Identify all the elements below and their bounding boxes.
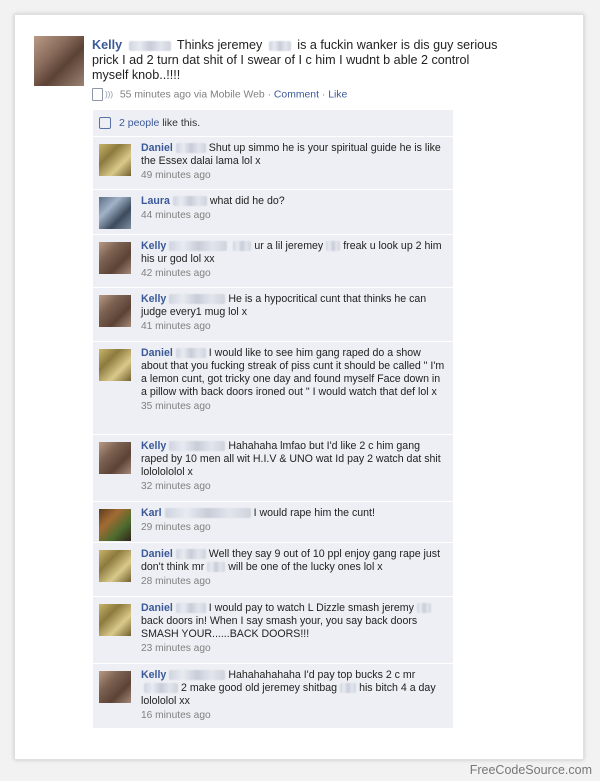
commenter-avatar[interactable]: [99, 242, 131, 274]
comment-item: Karl I would rape him the cunt! 29 minute…: [93, 501, 453, 542]
comment-timestamp: 42 minutes ago: [141, 268, 211, 279]
comment-text: what did he do?: [209, 195, 285, 207]
comment-item: Kelly ur a lil jeremey freak u look up 2 h…: [93, 234, 453, 287]
comment-timestamp: 28 minutes ago: [141, 576, 211, 587]
post-timestamp[interactable]: 55 minutes ago via Mobile Web: [120, 89, 265, 100]
redacted-name: [268, 40, 291, 51]
comment-timestamp: 41 minutes ago: [141, 321, 211, 332]
commenter-name[interactable]: Daniel: [141, 548, 173, 560]
commenter-avatar[interactable]: [99, 671, 131, 703]
commenter-avatar[interactable]: [99, 509, 131, 541]
likes-row: 2 people like this.: [93, 110, 453, 136]
commenter-name[interactable]: Kelly: [141, 293, 166, 305]
commenter-name[interactable]: Daniel: [141, 602, 173, 614]
separator-dot: ·: [321, 89, 326, 101]
commenter-name[interactable]: Kelly: [141, 669, 166, 681]
redacted-name: [340, 683, 357, 694]
commenter-avatar[interactable]: [99, 550, 131, 582]
comment-timestamp: 29 minutes ago: [141, 522, 211, 533]
comment-text-cont: will be one of the lucky ones lol x: [228, 561, 383, 573]
comment-text: I would pay to watch L Dizzle smash jere…: [208, 602, 414, 614]
redacted-surname: [128, 40, 171, 51]
post-author-name[interactable]: Kelly: [92, 38, 122, 52]
redacted-surname: [175, 603, 206, 614]
comment-item: Daniel I would pay to watch L Dizzle smas…: [93, 596, 453, 663]
likes-suffix: like this.: [162, 117, 201, 129]
comment-text-cont: 2 make good old jeremey shitbag: [181, 682, 338, 694]
likes-count-link[interactable]: 2 people: [119, 117, 159, 129]
commenter-name[interactable]: Kelly: [141, 240, 166, 252]
commenter-avatar[interactable]: [99, 144, 131, 176]
separator-dot: ·: [267, 89, 272, 101]
redacted-surname: [169, 241, 228, 252]
commenter-name[interactable]: Laura: [141, 195, 170, 207]
commenter-name[interactable]: Kelly: [141, 440, 166, 452]
comment-timestamp: 32 minutes ago: [141, 481, 211, 492]
commenter-name[interactable]: Daniel: [141, 347, 173, 359]
commenter-avatar[interactable]: [99, 349, 131, 381]
comment-item: Kelly Hahahaha lmfao but I'd like 2 c him…: [93, 434, 453, 501]
redacted-surname: [172, 196, 207, 207]
comment-link[interactable]: Comment: [274, 89, 319, 100]
comment-timestamp: 23 minutes ago: [141, 643, 211, 654]
comment-item: Kelly Hahahahahaha I'd pay top bucks 2 c …: [93, 663, 453, 728]
comment-item: Laura what did he do? 44 minutes ago: [93, 189, 453, 234]
redacted-surname: [169, 670, 226, 681]
comment-timestamp: 35 minutes ago: [141, 401, 211, 412]
comment-text: Hahahahahaha I'd pay top bucks 2 c mr: [228, 669, 416, 681]
post-text-part1: Thinks jeremey: [176, 38, 263, 52]
mobile-phone-icon: [92, 88, 103, 101]
commenter-avatar[interactable]: [99, 295, 131, 327]
thumbs-up-icon: [99, 117, 111, 129]
comment-item: Kelly He is a hypocritical cunt that thin…: [93, 287, 453, 341]
redacted-surname: [175, 549, 206, 560]
signal-waves-icon: ))): [105, 90, 113, 99]
post-meta: ))) 55 minutes ago via Mobile Web · Comm…: [92, 88, 347, 101]
comment-text: ur a lil jeremey: [254, 240, 324, 252]
redacted-surname: [175, 348, 206, 359]
commenter-avatar[interactable]: [99, 604, 131, 636]
comment-text-cont: back doors in! When I say smash your, yo…: [141, 615, 418, 640]
redacted-name: [207, 562, 226, 573]
comment-item: Daniel Well they say 9 out of 10 ppl enjo…: [93, 542, 453, 596]
redacted-name: [416, 603, 431, 614]
comment-timestamp: 16 minutes ago: [141, 710, 211, 721]
post-body: Kelly Thinks jeremey is a fuckin wanker …: [92, 38, 504, 83]
redacted-name: [326, 241, 341, 252]
comment-item: Daniel Shut up simmo he is your spiritual…: [93, 136, 453, 189]
commenter-avatar[interactable]: [99, 442, 131, 474]
commenter-avatar[interactable]: [99, 197, 131, 229]
redacted-tag: [233, 241, 252, 252]
redacted-surname: [169, 441, 226, 452]
redacted-name: [144, 683, 178, 694]
comment-item: Daniel I would like to see him gang raped…: [93, 341, 453, 434]
comment-thread: 2 people like this. Daniel Shut up simmo …: [93, 110, 453, 728]
post-author-avatar[interactable]: [34, 36, 84, 86]
redacted-surname: [164, 508, 251, 519]
watermark: FreeCodeSource.com: [469, 763, 592, 777]
comment-timestamp: 49 minutes ago: [141, 170, 211, 181]
redacted-surname: [169, 294, 226, 305]
comment-timestamp: 44 minutes ago: [141, 210, 211, 221]
redacted-surname: [175, 143, 206, 154]
commenter-name[interactable]: Daniel: [141, 142, 173, 154]
like-link[interactable]: Like: [328, 89, 347, 100]
commenter-name[interactable]: Karl: [141, 507, 162, 519]
comment-text: I would rape him the cunt!: [253, 507, 375, 519]
